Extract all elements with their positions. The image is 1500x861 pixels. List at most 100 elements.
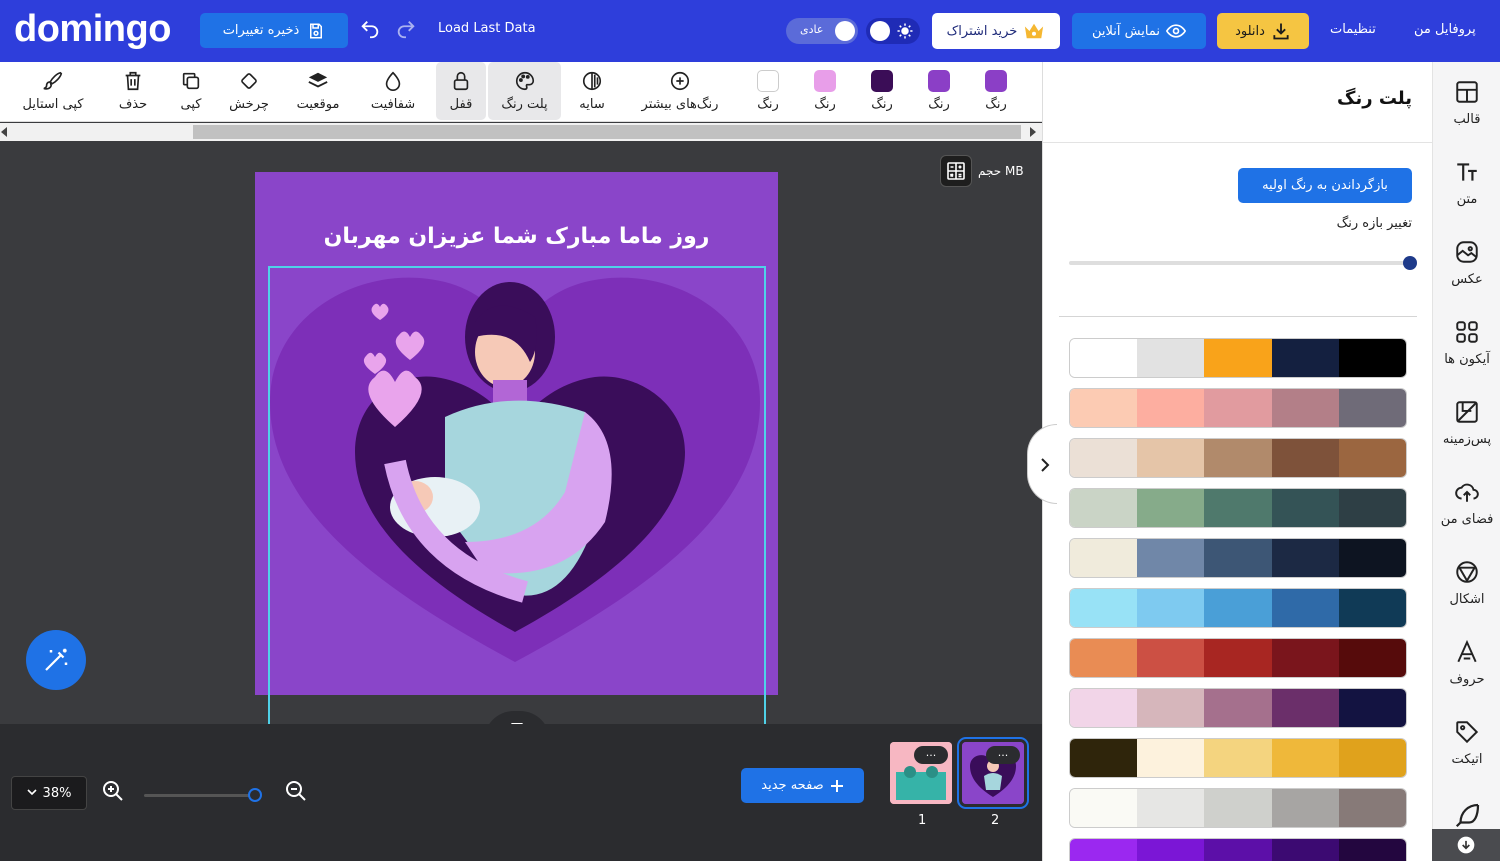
palette-swatch [1204, 389, 1272, 427]
magic-wand-button[interactable] [26, 630, 86, 690]
nav-item-template[interactable]: قالب [1433, 62, 1500, 142]
redo-icon[interactable] [395, 18, 417, 40]
app-logo[interactable]: domingo [14, 8, 171, 51]
nav-item-icons[interactable]: آیکون ها [1433, 302, 1500, 382]
nav-item-background[interactable]: پس‌زمینه [1433, 382, 1500, 462]
palette-swatch [1271, 489, 1339, 527]
palette-swatch [1271, 839, 1339, 861]
palette-row[interactable] [1069, 438, 1407, 478]
profile-link[interactable]: پروفایل من [1414, 22, 1476, 37]
palette-swatch [1137, 589, 1205, 627]
feather-icon[interactable] [1453, 800, 1483, 830]
nav-item-letters[interactable]: حروف [1433, 622, 1500, 702]
calculator-icon [940, 155, 972, 187]
palette-swatch [1204, 839, 1272, 861]
file-size-indicator[interactable]: حجم MB [940, 155, 1024, 187]
palette-row[interactable] [1069, 738, 1407, 778]
sun-icon [897, 23, 913, 39]
lock-tool[interactable]: قفل [436, 62, 486, 120]
mode-toggle[interactable]: عادی [786, 18, 858, 44]
sidenav-scroll-down[interactable] [1432, 829, 1500, 861]
palette-swatch [1338, 439, 1406, 477]
opacity-tool[interactable]: شفافیت [364, 62, 422, 120]
position-tool[interactable]: موقعیت [289, 62, 347, 120]
live-preview-button[interactable]: نمایش آنلاین [1072, 13, 1206, 49]
arrow-down-circle-icon [1457, 836, 1475, 854]
color-range-knob[interactable] [1403, 256, 1417, 270]
position-label: موقعیت [296, 97, 340, 112]
load-last-data-link[interactable]: Load Last Data [438, 21, 536, 36]
delete-tool[interactable]: حذف [112, 62, 154, 120]
palette-row[interactable] [1069, 838, 1407, 861]
palette-swatch [1070, 839, 1138, 861]
palette-row[interactable] [1069, 688, 1407, 728]
nav-item-my-space[interactable]: فضای من [1433, 462, 1500, 542]
palette-swatch [1070, 339, 1138, 377]
color-tool-5[interactable]: رنگ [978, 62, 1014, 120]
color-tool-3[interactable]: رنگ [864, 62, 900, 120]
nav-item-tag[interactable]: اتیکت [1433, 702, 1500, 782]
theme-toggle-knob [870, 21, 890, 41]
palette-swatch [1137, 489, 1205, 527]
element-toolbar: کپی استایل حذف کپی چرخش موقعیت شفافیت قف… [0, 62, 1042, 122]
palette-row[interactable] [1069, 788, 1407, 828]
nav-item-text[interactable]: متن [1433, 142, 1500, 222]
rotate-label: چرخش [229, 97, 269, 112]
color-tool-4[interactable]: رنگ [921, 62, 957, 120]
download-label: دانلود [1235, 23, 1265, 39]
color-tool-2[interactable]: رنگ [807, 62, 843, 120]
reset-colors-button[interactable]: بازگرداندن به رنگ اولیه [1238, 168, 1412, 203]
zoom-in-icon[interactable] [101, 779, 125, 803]
palette-row[interactable] [1069, 338, 1407, 378]
more-colors-tool[interactable]: رنگ‌های بیشتر [630, 62, 730, 120]
save-button[interactable]: ذخیره تغییرات [200, 13, 348, 48]
subscribe-button[interactable]: خرید اشتراک [932, 13, 1060, 49]
more-colors-label: رنگ‌های بیشتر [641, 97, 719, 112]
scroll-left-icon[interactable] [1, 127, 9, 137]
selection-box[interactable] [268, 266, 766, 724]
copy-style-tool[interactable]: کپی استایل [12, 62, 94, 120]
settings-link[interactable]: تنظیمات [1330, 22, 1376, 37]
background-icon [1453, 398, 1481, 426]
color-tool-1[interactable]: رنگ [750, 62, 786, 120]
zoom-slider[interactable] [144, 788, 262, 802]
theme-toggle[interactable] [866, 18, 920, 44]
rotate-tool[interactable]: چرخش [226, 62, 272, 120]
palette-swatch [1338, 389, 1406, 427]
palette-swatch [1271, 389, 1339, 427]
palette-row[interactable] [1069, 538, 1407, 578]
palette-swatch [1271, 439, 1339, 477]
undo-icon[interactable] [359, 18, 381, 40]
mode-label: عادی [800, 23, 824, 36]
color-range-slider[interactable] [1069, 256, 1417, 270]
palette-row[interactable] [1069, 388, 1407, 428]
scroll-right-icon[interactable] [1028, 127, 1036, 137]
download-button[interactable]: دانلود [1217, 13, 1309, 49]
palette-swatch [1070, 789, 1138, 827]
nav-item-shapes[interactable]: اشکال [1433, 542, 1500, 622]
page-thumbnail-1[interactable]: ... [890, 742, 952, 804]
scrollbar-thumb[interactable] [193, 125, 1021, 139]
page-menu-button[interactable]: ... [986, 746, 1020, 764]
new-page-button[interactable]: صفحه جدید [741, 768, 864, 803]
palette-tool[interactable]: پلت رنگ [488, 62, 561, 120]
nav-label: حروف [1449, 671, 1485, 687]
copy-tool[interactable]: کپی [172, 62, 210, 120]
rotate-icon [238, 70, 260, 92]
page-thumbnail-2[interactable]: ... [957, 737, 1029, 809]
layers-icon [307, 70, 329, 92]
palette-row[interactable] [1069, 588, 1407, 628]
toolbar-scrollbar[interactable] [0, 123, 1042, 141]
page-menu-button[interactable]: ... [914, 746, 948, 764]
nav-item-image[interactable]: عکس [1433, 222, 1500, 302]
palette-row[interactable] [1069, 488, 1407, 528]
palette-row[interactable] [1069, 638, 1407, 678]
brush-icon [42, 70, 64, 92]
shadow-tool[interactable]: سایه [572, 62, 612, 120]
zoom-slider-knob[interactable] [248, 788, 262, 802]
lock-label: قفل [449, 97, 473, 112]
zoom-select[interactable]: 38% [11, 776, 87, 810]
design-title-text[interactable]: روز ماما مبارک شما عزیزان مهربان [255, 224, 778, 249]
palette-swatch [1338, 789, 1406, 827]
zoom-out-icon[interactable] [284, 779, 308, 803]
